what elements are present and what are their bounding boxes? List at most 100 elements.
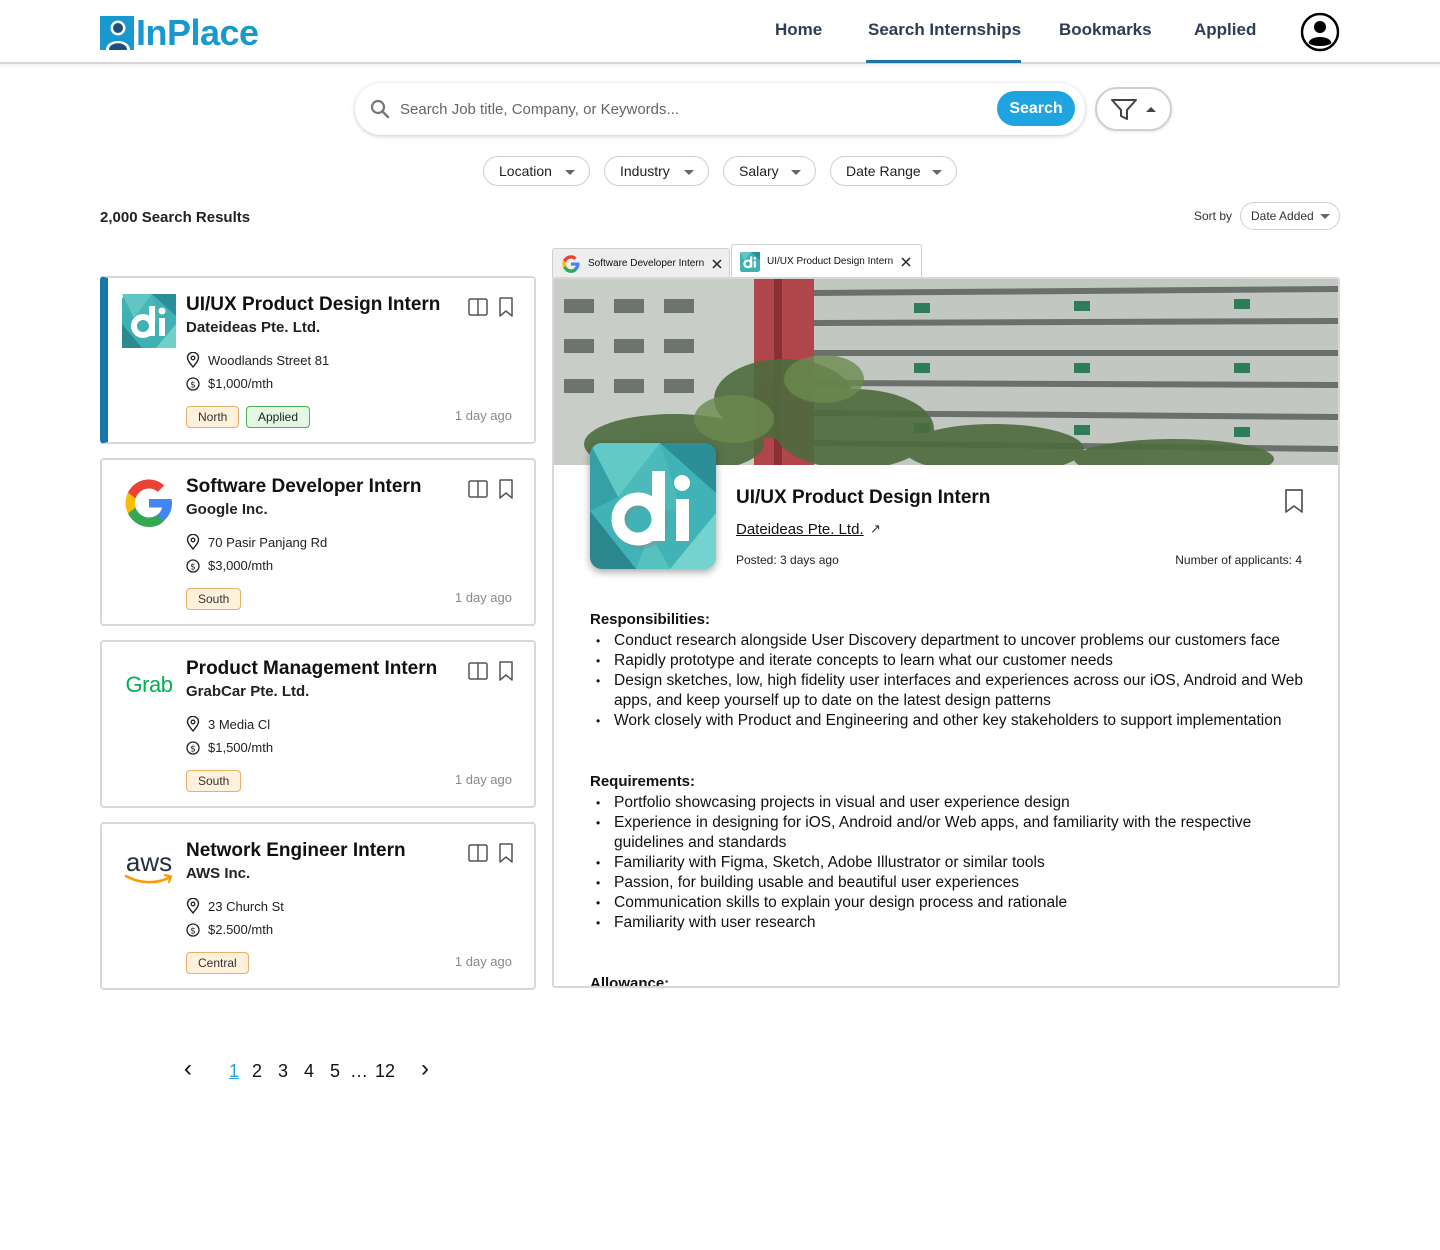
filter-date-range-label: Date Range (846, 163, 921, 179)
responsibilities-list: Conduct research alongside User Discover… (590, 631, 1310, 731)
close-icon[interactable] (901, 256, 911, 267)
job-card-software[interactable]: Software Developer Intern Google Inc. 70… (100, 458, 536, 626)
tab-uiux-design[interactable]: UI/UX Product Design Intern (731, 244, 922, 278)
search-input[interactable] (400, 97, 980, 121)
logo-person-icon (100, 16, 134, 50)
card-salary: $ $1,500/mth (186, 740, 273, 755)
card-salary: $ $3,000/mth (186, 558, 273, 573)
svg-text:$: $ (190, 744, 196, 754)
list-item: Rapidly prototype and iterate concepts t… (590, 651, 1310, 671)
chevron-down-icon (791, 170, 801, 175)
filter-salary[interactable]: Salary (723, 156, 816, 186)
nav-bookmarks[interactable]: Bookmarks (1059, 20, 1152, 40)
nav-applied[interactable]: Applied (1194, 20, 1256, 40)
card-location-text: 70 Pasir Panjang Rd (208, 534, 328, 550)
tab-label: UI/UX Product Design Intern (767, 256, 894, 267)
svg-text:$: $ (190, 562, 196, 572)
user-circle-icon[interactable] (1300, 12, 1340, 52)
compare-columns-icon[interactable] (468, 480, 488, 498)
card-salary-text: $1,500/mth (208, 740, 274, 755)
compare-columns-icon[interactable] (468, 844, 488, 862)
location-pin-icon (186, 716, 200, 732)
next-page-button[interactable]: › (421, 1055, 429, 1083)
filter-industry-label: Industry (620, 163, 670, 179)
requirements-list: Portfolio showcasing projects in visual … (590, 793, 1310, 933)
bookmark-icon[interactable] (498, 297, 514, 317)
logo-text: InPlace (136, 12, 259, 53)
close-icon[interactable] (712, 258, 722, 269)
card-location-text: 23 Church St (208, 898, 284, 914)
filter-toggle-button[interactable] (1095, 87, 1172, 131)
grab-logo-text: Grab (125, 672, 173, 697)
page-last[interactable]: 12 (375, 1061, 395, 1082)
page-3[interactable]: 3 (278, 1061, 288, 1082)
detail-applicant-count: Number of applicants: 4 (1175, 553, 1302, 567)
page-2[interactable]: 2 (252, 1061, 262, 1082)
job-detail-panel: UI/UX Product Design Intern Dateideas Pt… (552, 277, 1340, 988)
filter-industry[interactable]: Industry (604, 156, 709, 186)
external-link-icon[interactable]: ↗ (870, 521, 881, 537)
detail-posted-date: Posted: 3 days ago (736, 553, 839, 567)
bookmark-icon[interactable] (1284, 489, 1304, 513)
applied-status-badge: Applied (246, 406, 311, 428)
page-4[interactable]: 4 (304, 1061, 314, 1082)
job-card-network[interactable]: aws Network Engineer Intern AWS Inc. 23 … (100, 822, 536, 990)
nav-home[interactable]: Home (775, 20, 822, 40)
card-salary-text: $3,000/mth (208, 558, 274, 573)
location-pin-icon (186, 898, 200, 914)
prev-page-button[interactable]: ‹ (184, 1055, 192, 1083)
card-posted-date: 1 day ago (454, 408, 512, 423)
tab-software-developer[interactable]: Software Developer Intern (552, 248, 730, 278)
card-location: 23 Church St (186, 898, 284, 914)
job-card-uiux[interactable]: UI/UX Product Design Intern Dateideas Pt… (100, 276, 536, 444)
nav-search-internships[interactable]: Search Internships (868, 20, 1021, 40)
search-bar: Search (355, 83, 1085, 135)
bookmark-icon[interactable] (498, 843, 514, 863)
funnel-icon (1111, 99, 1137, 120)
region-tag: Central (186, 952, 249, 974)
card-company: GrabCar Pte. Ltd. (186, 683, 310, 700)
dollar-circle-icon: $ (186, 376, 200, 391)
filter-location-label: Location (499, 163, 552, 179)
search-button[interactable]: Search (997, 91, 1075, 126)
compare-columns-icon[interactable] (468, 298, 488, 316)
card-location: 3 Media Cl (186, 716, 270, 732)
location-pin-icon (186, 352, 200, 368)
region-tag: North (186, 406, 240, 428)
page-1[interactable]: 1 (229, 1061, 239, 1082)
page-5[interactable]: 5 (330, 1061, 340, 1082)
bookmark-icon[interactable] (498, 479, 514, 499)
inplace-logo[interactable]: InPlace (100, 14, 259, 52)
card-location: 70 Pasir Panjang Rd (186, 534, 327, 550)
aws-smile-icon (124, 874, 173, 884)
chevron-down-icon (684, 170, 694, 175)
detail-company-link[interactable]: Dateideas Pte. Ltd. (736, 521, 864, 538)
filter-location[interactable]: Location (483, 156, 590, 186)
dateideas-logo (740, 251, 760, 272)
svg-text:$: $ (190, 380, 196, 390)
bookmark-icon[interactable] (498, 661, 514, 681)
chevron-down-icon (1320, 214, 1330, 219)
grab-logo: Grab (122, 658, 176, 712)
card-salary-text: $1,000/mth (208, 376, 274, 391)
company-banner-image (554, 279, 1338, 465)
page-ellipsis: … (350, 1061, 368, 1081)
compare-columns-icon[interactable] (468, 662, 488, 680)
card-title[interactable]: Network Engineer Intern (186, 840, 406, 862)
card-title[interactable]: Software Developer Intern (186, 476, 421, 498)
card-title[interactable]: Product Management Intern (186, 658, 437, 680)
card-company: AWS Inc. (186, 865, 251, 882)
filter-date-range[interactable]: Date Range (830, 156, 957, 186)
sort-value: Date Added (1251, 209, 1314, 223)
card-salary-text: $2.500/mth (208, 922, 274, 937)
dateideas-logo (122, 294, 176, 348)
sort-select[interactable]: Date Added (1240, 202, 1340, 230)
svg-text:$: $ (190, 926, 196, 936)
card-title[interactable]: UI/UX Product Design Intern (186, 294, 440, 316)
location-pin-icon (186, 534, 200, 550)
dollar-circle-icon: $ (186, 558, 200, 573)
job-card-product[interactable]: Grab Product Management Intern GrabCar P… (100, 640, 536, 808)
dateideas-logo (590, 443, 716, 569)
google-logo (125, 479, 172, 527)
card-salary: $ $2.500/mth (186, 922, 273, 937)
